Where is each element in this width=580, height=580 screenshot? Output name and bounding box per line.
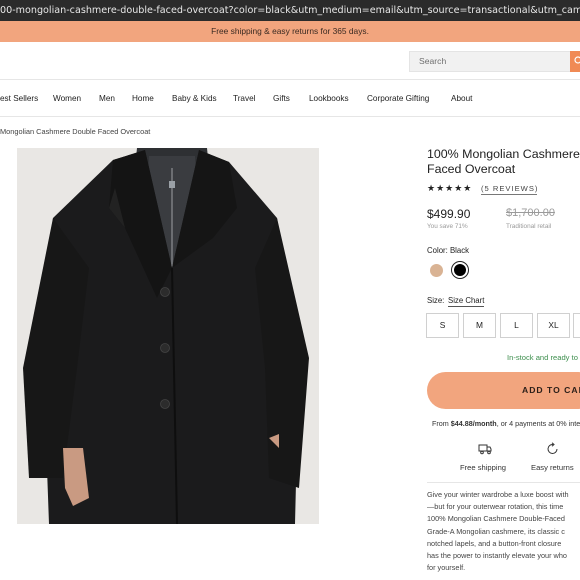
nav-baby-kids[interactable]: Baby & Kids	[172, 81, 217, 117]
installment-info: From $44.88/month, or 4 payments at 0% i…	[432, 419, 580, 428]
nav-about[interactable]: About	[451, 81, 472, 117]
description-line: has the power to instantly elevate your …	[427, 551, 567, 561]
description-line: for yourself.	[427, 563, 466, 573]
color-swatch-black-fill[interactable]	[454, 264, 466, 276]
product-title-line1: 100% Mongolian Cashmere	[427, 147, 580, 161]
nav-best-sellers[interactable]: est Sellers	[0, 81, 38, 117]
return-arrow-icon	[547, 442, 558, 454]
nav-men[interactable]: Men	[99, 81, 115, 117]
nav-travel[interactable]: Travel	[233, 81, 255, 117]
description-line: Give your winter wardrobe a luxe boost w…	[427, 490, 569, 499]
overcoat-illustration	[17, 148, 319, 524]
promo-banner: Free shipping & easy returns for 365 day…	[0, 21, 580, 42]
nav-home[interactable]: Home	[132, 81, 154, 117]
add-to-cart-button[interactable]: ADD TO CAR	[427, 372, 580, 409]
savings-label: You save 71%	[427, 223, 468, 230]
free-shipping-label: Free shipping	[460, 463, 507, 472]
search-input[interactable]: Search	[409, 51, 571, 72]
search-icon	[574, 56, 580, 64]
search-button[interactable]	[570, 51, 580, 72]
size-next-button[interactable]	[573, 313, 580, 338]
easy-returns-label: Easy returns	[531, 463, 574, 472]
product-image[interactable]	[17, 148, 319, 524]
product-title: 100% Mongolian Cashmere Faced Overcoat	[427, 147, 580, 177]
size-label: Size:	[427, 296, 445, 305]
description-line: notched lapels, and a button-front closu…	[427, 538, 562, 548]
installment-prefix: From	[432, 419, 451, 428]
size-xl-button[interactable]: XL	[537, 313, 570, 338]
installment-amount: $44.88/month	[450, 419, 497, 428]
product-title-line2: Faced Overcoat	[427, 162, 516, 176]
nav-gifts[interactable]: Gifts	[273, 81, 290, 117]
breadcrumb[interactable]: Mongolian Cashmere Double Faced Overcoat	[0, 127, 150, 136]
main-navigation: est Sellers Women Men Home Baby & Kids T…	[0, 81, 580, 117]
size-chart-link[interactable]: Size Chart	[448, 296, 485, 307]
description-line: —but for your outerwear rotation, this t…	[427, 502, 564, 512]
reviews-link[interactable]: (5 REVIEWS)	[481, 184, 538, 193]
nav-women[interactable]: Women	[53, 81, 81, 117]
description-line: Grade-A Mongolian cashmere, its classic …	[427, 526, 565, 536]
size-m-button[interactable]: M	[463, 313, 496, 338]
installment-suffix: , or 4 payments at 0% inte	[496, 419, 580, 428]
size-l-button[interactable]: L	[500, 313, 533, 338]
nav-lookbooks[interactable]: Lookbooks	[309, 81, 349, 117]
stock-status: In-stock and ready to	[507, 353, 578, 362]
product-description: Give your winter wardrobe a luxe boost w…	[427, 489, 580, 574]
reviews-underline	[481, 194, 537, 195]
original-price: $1,700.00	[506, 207, 555, 219]
browser-url-bar[interactable]: 00-mongolian-cashmere-double-faced-overc…	[0, 0, 580, 21]
sale-price: $499.90	[427, 207, 471, 221]
description-line: 100% Mongolian Cashmere Double-Faced	[427, 514, 565, 524]
truck-icon	[478, 444, 492, 455]
size-s-button[interactable]: S	[426, 313, 459, 338]
section-divider	[427, 482, 580, 483]
site-header: Search	[0, 42, 580, 80]
traditional-retail-label: Traditional retail	[506, 223, 552, 230]
color-swatch-tan[interactable]	[430, 264, 443, 277]
rating-stars-icon[interactable]: ★★★★★	[427, 183, 472, 194]
color-label: Color: Black	[427, 246, 470, 255]
nav-corporate-gifting[interactable]: Corporate Gifting	[367, 81, 429, 117]
